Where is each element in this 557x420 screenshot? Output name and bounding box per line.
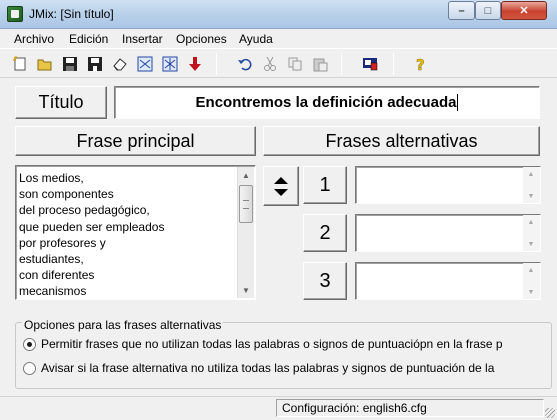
scroll-thumb[interactable]: [239, 185, 253, 223]
alternative-1-button[interactable]: 1: [303, 166, 347, 204]
arrow-down-icon[interactable]: [274, 188, 288, 196]
main-phrase-header: Frase principal: [15, 126, 256, 156]
clear-icon[interactable]: [111, 55, 129, 73]
titulo-value: Encontremos la definición adecuada: [195, 94, 457, 111]
export-alt-icon[interactable]: [161, 55, 179, 73]
main-phrase-text: Los medios, son componentes del proceso …: [19, 171, 165, 298]
help-icon[interactable]: ?: [411, 55, 429, 73]
toolbar: ?: [0, 48, 557, 78]
close-button[interactable]: ✕: [501, 1, 547, 20]
scroll-up-icon[interactable]: ▲: [238, 167, 254, 183]
radio-allow-partial[interactable]: [23, 337, 36, 351]
arrow-up-icon[interactable]: [274, 176, 288, 184]
export-icon[interactable]: [136, 55, 154, 73]
options-legend: Opciones para las frases alternativas: [22, 318, 224, 332]
alternative-2-button[interactable]: 2: [303, 214, 347, 252]
window-title: JMix: [Sin título]: [29, 7, 114, 21]
title-bar: JMix: [Sin título] – □ ✕: [0, 0, 557, 29]
scroll-down-icon[interactable]: ▼: [238, 282, 254, 298]
save-icon[interactable]: [61, 55, 79, 73]
status-bar: Configuración: english6.cfg: [0, 396, 557, 420]
open-folder-icon[interactable]: [36, 55, 54, 73]
reorder-button[interactable]: [263, 166, 299, 206]
config-icon[interactable]: [361, 55, 379, 73]
new-file-icon[interactable]: [11, 55, 29, 73]
toolbar-separator: [216, 53, 217, 75]
option-allow-partial[interactable]: Permitir frases que no utilizan todas la…: [23, 337, 503, 351]
status-config: Configuración: english6.cfg: [276, 399, 544, 417]
toolbar-separator: [341, 53, 342, 75]
alternative-3-button[interactable]: 3: [303, 262, 347, 300]
menu-insertar[interactable]: Insertar: [122, 32, 163, 46]
save-as-icon[interactable]: [86, 55, 104, 73]
option-warn-partial[interactable]: Avisar si la frase alternativa no utiliz…: [23, 361, 494, 375]
maximize-button[interactable]: □: [475, 1, 501, 20]
toolbar-separator: [393, 53, 394, 75]
arrow-down-icon[interactable]: [186, 55, 204, 73]
menu-bar: Archivo Edición Insertar Opciones Ayuda: [0, 29, 557, 48]
svg-text:?: ?: [416, 56, 425, 72]
app-icon: [7, 6, 23, 22]
undo-icon[interactable]: [236, 55, 254, 73]
menu-opciones[interactable]: Opciones: [176, 32, 227, 46]
main-phrase-textarea[interactable]: Los medios, son componentes del proceso …: [15, 165, 256, 300]
titulo-input[interactable]: Encontremos la definición adecuada: [114, 86, 540, 119]
resize-grip-icon[interactable]: [545, 408, 555, 418]
cut-icon[interactable]: [261, 55, 279, 73]
main-phrase-scrollbar[interactable]: ▲ ▼: [237, 167, 254, 298]
option-allow-partial-label: Permitir frases que no utilizan todas la…: [41, 337, 503, 351]
radio-warn-partial[interactable]: [23, 361, 36, 375]
menu-ayuda[interactable]: Ayuda: [239, 32, 273, 46]
alternative-1-field[interactable]: [355, 166, 541, 204]
options-group: [15, 322, 552, 389]
menu-archivo[interactable]: Archivo: [14, 32, 54, 46]
alternative-2-field[interactable]: [355, 214, 541, 252]
minimize-button[interactable]: –: [448, 1, 475, 20]
copy-icon[interactable]: [286, 55, 304, 73]
titulo-button[interactable]: Título: [15, 86, 107, 119]
alternatives-header: Frases alternativas: [263, 126, 540, 156]
alternative-3-field[interactable]: [355, 262, 541, 300]
paste-icon[interactable]: [311, 55, 329, 73]
text-cursor: [457, 94, 459, 111]
menu-edicion[interactable]: Edición: [69, 32, 108, 46]
option-warn-partial-label: Avisar si la frase alternativa no utiliz…: [41, 361, 495, 375]
